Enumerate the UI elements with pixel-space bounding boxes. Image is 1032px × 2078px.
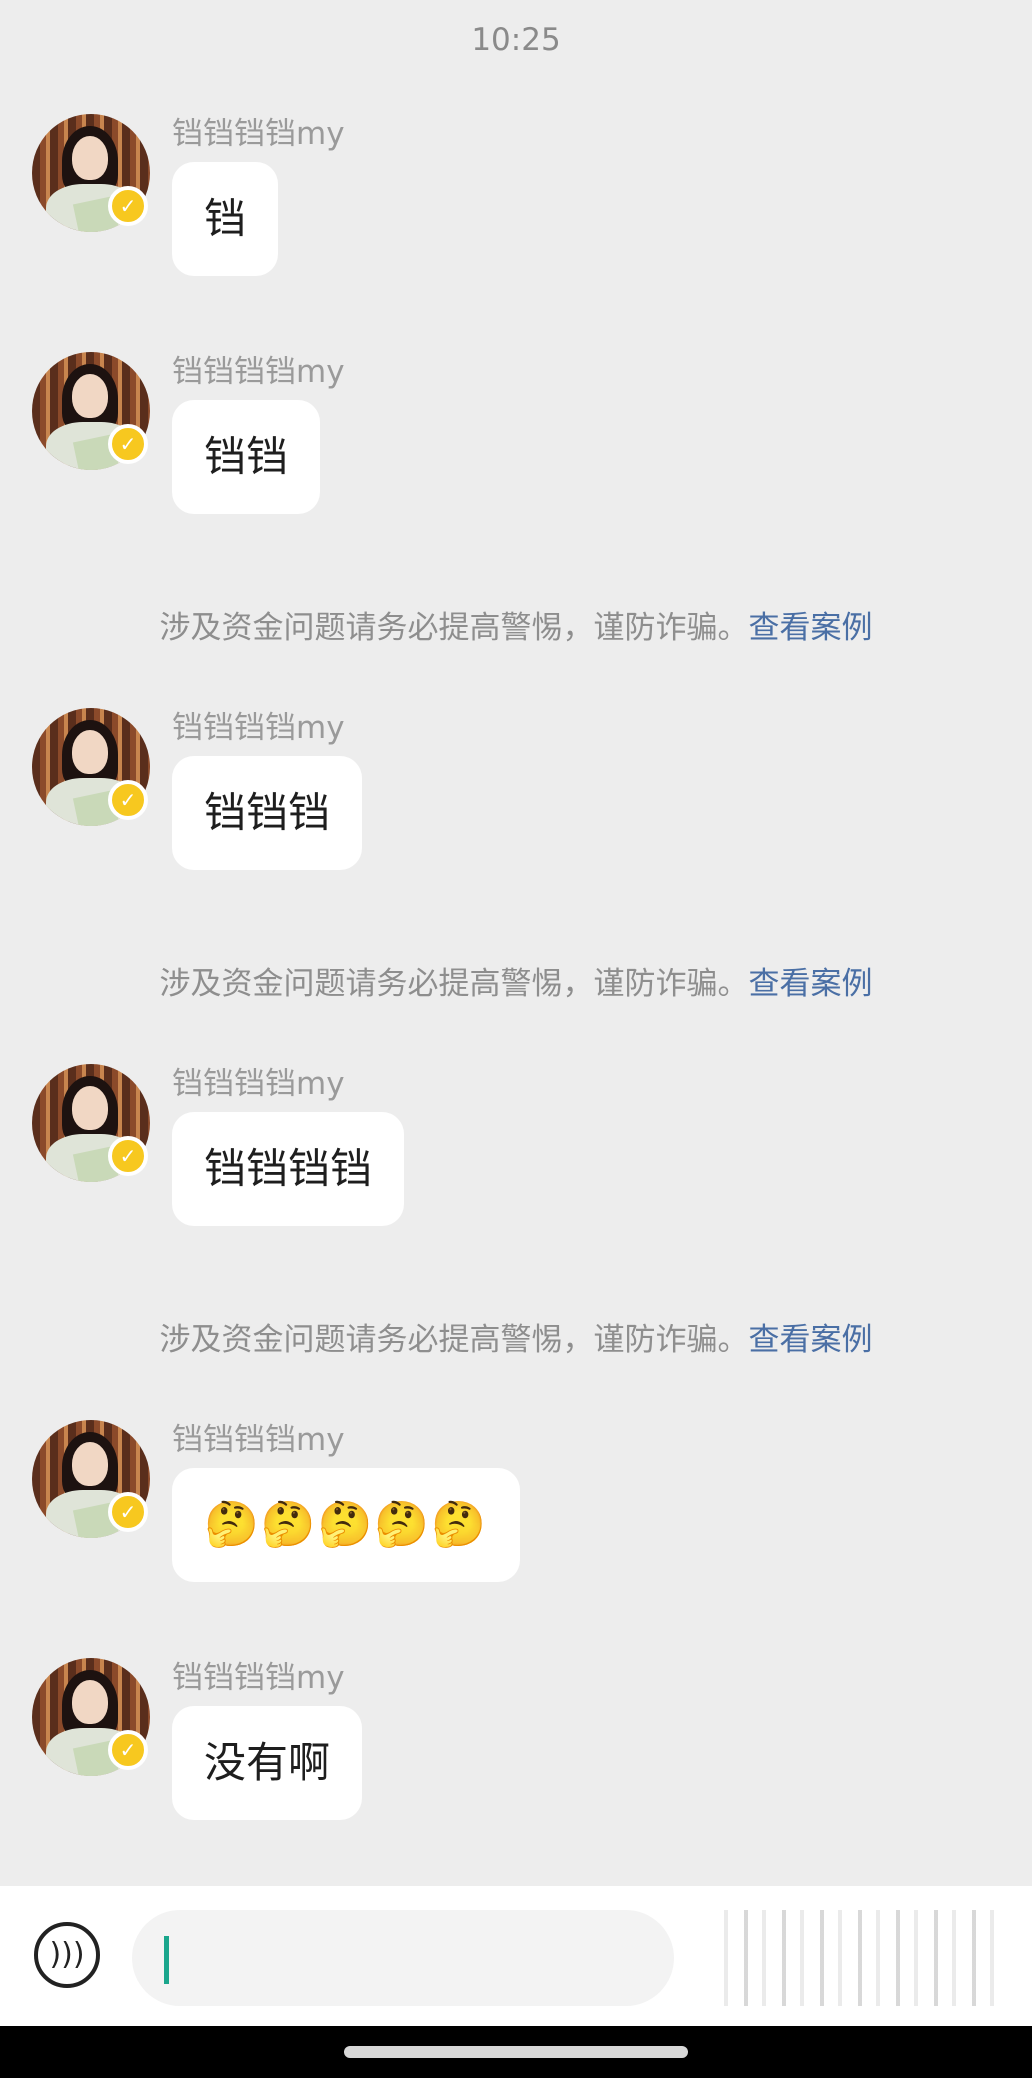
sender-name: 铛铛铛铛my — [172, 1422, 345, 1458]
emoji-message-bubble[interactable]: 🤔🤔🤔🤔🤔 — [172, 1468, 520, 1582]
verified-badge-icon: ✓ — [108, 780, 148, 820]
home-indicator[interactable] — [344, 2046, 688, 2058]
view-cases-link[interactable]: 查看案例 — [749, 966, 873, 1002]
message-row: ✓ 铛铛铛铛my 没有啊 — [0, 1650, 1032, 1850]
voice-icon[interactable]: ))) — [34, 1922, 100, 1988]
sender-name: 铛铛铛铛my — [172, 354, 345, 390]
sender-name: 铛铛铛铛my — [172, 116, 345, 152]
sender-name: 铛铛铛铛my — [172, 710, 345, 746]
fraud-warning-notice: 涉及资金问题请务必提高警惕，谨防诈骗。查看案例 — [0, 1314, 1032, 1359]
message-row: ✓ 铛铛铛铛my 铛铛铛 — [0, 700, 1032, 900]
obscured-toolbar-area — [710, 1910, 1010, 2006]
input-bar: ))) — [0, 1886, 1032, 2026]
view-cases-link[interactable]: 查看案例 — [749, 610, 873, 646]
message-bubble[interactable]: 铛铛铛 — [172, 756, 363, 870]
notice-text: 涉及资金问题请务必提高警惕，谨防诈骗。 — [159, 610, 749, 646]
message-bubble[interactable]: 铛铛 — [172, 400, 321, 514]
sender-name: 铛铛铛铛my — [172, 1066, 345, 1102]
fraud-warning-notice: 涉及资金问题请务必提高警惕，谨防诈骗。查看案例 — [0, 958, 1032, 1003]
message-input[interactable] — [132, 1910, 674, 2006]
status-time: 10:25 — [471, 22, 561, 58]
message-bubble[interactable]: 铛铛铛铛 — [172, 1112, 405, 1226]
message-bubble[interactable]: 没有啊 — [172, 1706, 363, 1820]
message-row: ✓ 铛铛铛铛my 铛 — [0, 106, 1032, 306]
verified-badge-icon: ✓ — [108, 1136, 148, 1176]
message-bubble[interactable]: 铛 — [172, 162, 279, 276]
fraud-warning-notice: 涉及资金问题请务必提高警惕，谨防诈骗。查看案例 — [0, 602, 1032, 647]
sender-name: 铛铛铛铛my — [172, 1660, 345, 1696]
notice-text: 涉及资金问题请务必提高警惕，谨防诈骗。 — [159, 966, 749, 1002]
text-caret — [164, 1936, 169, 1984]
chat-screen: 10:25 ✓ 铛铛铛铛my 铛 ✓ 铛铛铛铛my 铛铛 涉及资金问题请务必提高… — [0, 0, 1032, 2078]
message-row: ✓ 铛铛铛铛my 铛铛 — [0, 344, 1032, 544]
verified-badge-icon: ✓ — [108, 1492, 148, 1532]
notice-text: 涉及资金问题请务必提高警惕，谨防诈骗。 — [159, 1322, 749, 1358]
message-row: ✓ 铛铛铛铛my 铛铛铛铛 — [0, 1056, 1032, 1256]
verified-badge-icon: ✓ — [108, 1730, 148, 1770]
system-nav-bar — [0, 2026, 1032, 2078]
verified-badge-icon: ✓ — [108, 424, 148, 464]
verified-badge-icon: ✓ — [108, 186, 148, 226]
view-cases-link[interactable]: 查看案例 — [749, 1322, 873, 1358]
message-row: ✓ 铛铛铛铛my 🤔🤔🤔🤔🤔 — [0, 1412, 1032, 1612]
